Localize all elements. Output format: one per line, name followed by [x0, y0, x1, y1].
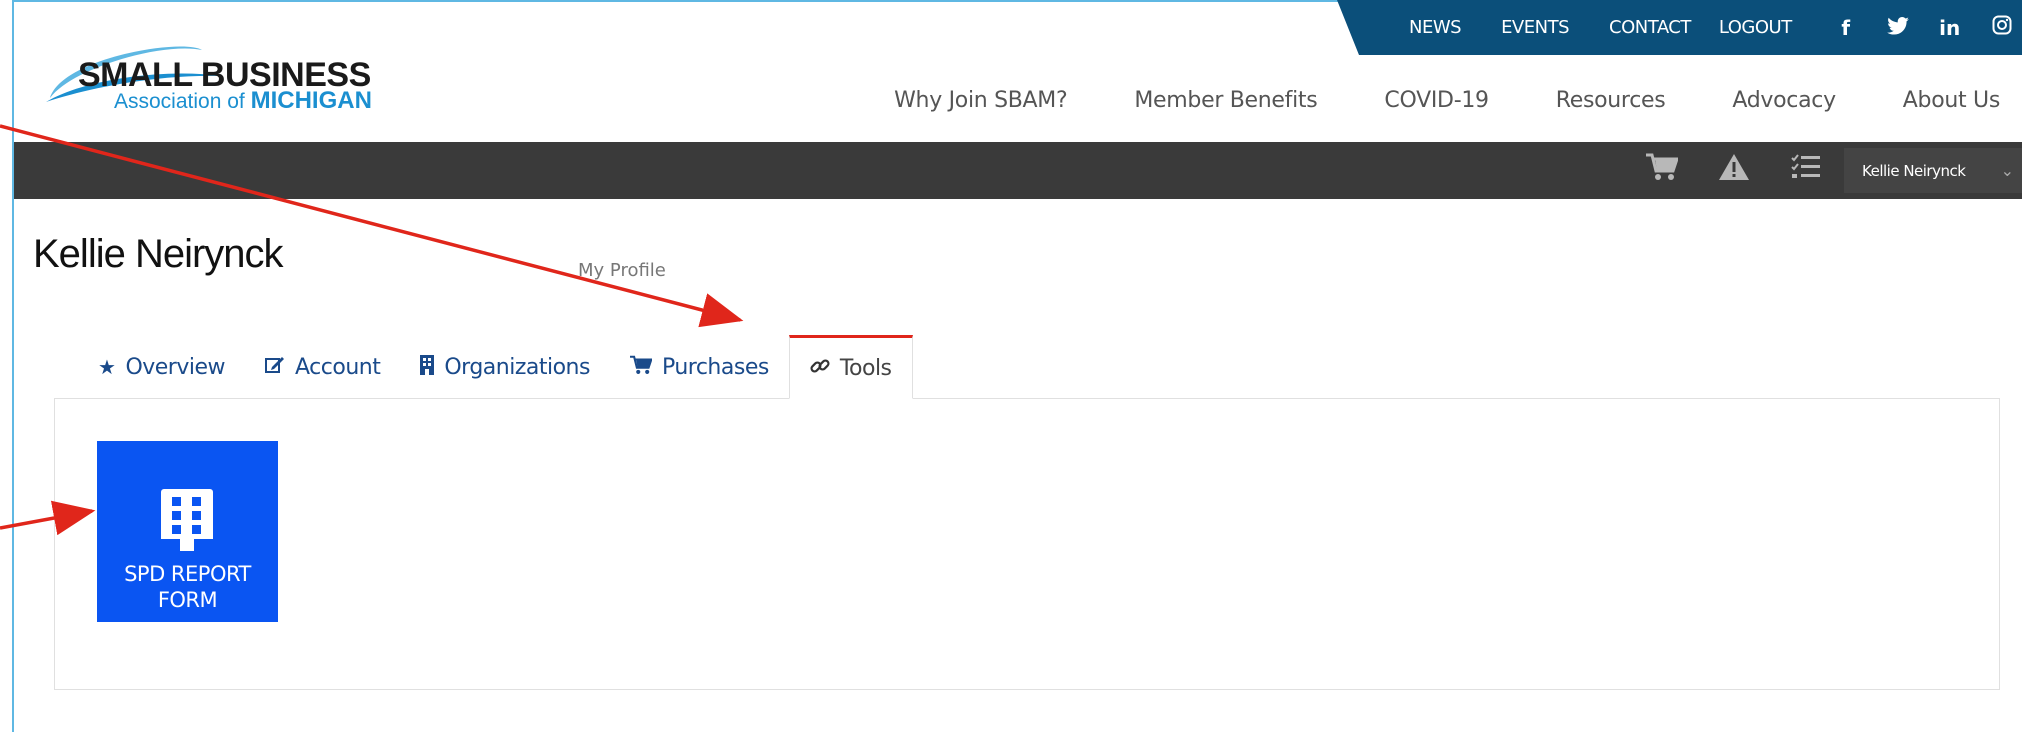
tab-overview[interactable]: ★ Overview [78, 335, 245, 399]
utility-link-logout[interactable]: LOGOUT [1719, 17, 1792, 38]
tool-label: SPD REPORT FORM [124, 562, 251, 612]
nav-advocacy[interactable]: Advocacy [1732, 88, 1836, 113]
nav-member-benefits[interactable]: Member Benefits [1134, 88, 1317, 113]
star-icon: ★ [98, 355, 116, 379]
checklist-icon[interactable] [1770, 153, 1842, 188]
main-nav: Why Join SBAM? Member Benefits COVID-19 … [827, 88, 2000, 113]
user-menu-dropdown[interactable]: Kellie Neirynck ⌄ [1844, 148, 2022, 193]
logo-line2: Association of MICHIGAN [114, 87, 372, 114]
nav-resources[interactable]: Resources [1556, 88, 1666, 113]
utility-bar: NEWS EVENTS CONTACT LOGOUT f in [1337, 0, 2022, 55]
tab-organizations[interactable]: Organizations [400, 335, 610, 399]
sbam-logo[interactable]: SMALL BUSINESS Association of MICHIGAN [42, 28, 382, 114]
tab-account[interactable]: Account [245, 335, 400, 399]
member-toolbar: Kellie Neirynck ⌄ [14, 142, 2022, 199]
facebook-icon[interactable]: f [1820, 16, 1872, 40]
breadcrumb[interactable]: My Profile [578, 260, 666, 281]
frame-border-left [0, 0, 14, 732]
link-icon [810, 356, 830, 381]
alert-icon[interactable] [1698, 153, 1770, 189]
tab-purchases[interactable]: Purchases [610, 335, 789, 399]
building-icon [420, 354, 435, 380]
cart-icon [629, 355, 653, 380]
nav-covid-19[interactable]: COVID-19 [1384, 88, 1489, 113]
cart-icon[interactable] [1626, 153, 1698, 189]
edit-icon [265, 355, 285, 379]
nav-about-us[interactable]: About Us [1903, 88, 2001, 113]
user-name: Kellie Neirynck [1862, 161, 1966, 180]
chevron-down-icon: ⌄ [2000, 162, 2014, 180]
instagram-icon[interactable] [1976, 15, 2022, 40]
twitter-icon[interactable] [1872, 16, 1924, 40]
social-links: f in [1820, 15, 2022, 40]
tab-tools[interactable]: Tools [788, 335, 913, 399]
building-icon [161, 489, 213, 551]
tools-panel: SPD REPORT FORM [54, 398, 2000, 690]
page-title: Kellie Neirynck [33, 232, 284, 276]
nav-why-join[interactable]: Why Join SBAM? [894, 88, 1068, 113]
spd-report-form-tile[interactable]: SPD REPORT FORM [97, 441, 278, 622]
profile-tabs: ★ Overview Account Organizations Purchas… [78, 335, 913, 399]
utility-link-contact[interactable]: CONTACT [1609, 17, 1691, 38]
linkedin-icon[interactable]: in [1924, 16, 1976, 40]
utility-link-events[interactable]: EVENTS [1501, 17, 1569, 38]
utility-link-news[interactable]: NEWS [1409, 17, 1462, 38]
